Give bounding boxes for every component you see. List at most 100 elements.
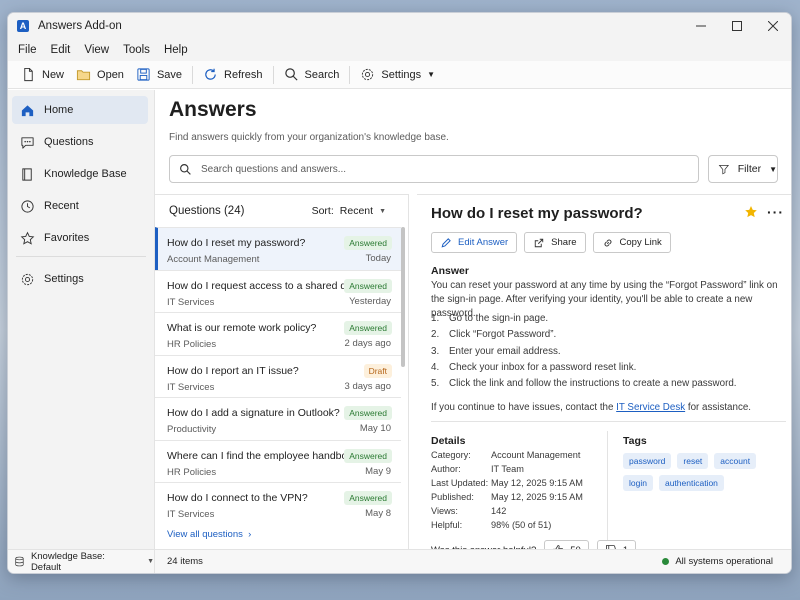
edit-answer-label: Edit Answer [458, 237, 509, 248]
tag-chip[interactable]: account [714, 453, 757, 469]
favorite-star-icon[interactable] [744, 205, 758, 219]
detail-row: Last Updated: May 12, 2025 9:15 AM [431, 478, 583, 492]
sidebar-item-label: Home [44, 104, 74, 116]
answer-detail-panel: How do I reset my password? ··· Edit Ans… [417, 194, 791, 560]
question-list-panel: Questions (24) Sort: Recent ▼ How do I r… [155, 194, 409, 549]
refresh-icon [205, 68, 216, 80]
filter-icon [718, 164, 730, 175]
list-item[interactable]: How do I add a signature in Outlook? Pro… [155, 397, 401, 440]
close-button[interactable] [755, 13, 791, 39]
save-button[interactable]: Save [130, 64, 188, 86]
minimize-button[interactable] [683, 13, 719, 39]
tag-chip[interactable]: login [623, 475, 653, 491]
search-icon [284, 68, 298, 81]
list-item[interactable]: How do I request access to a shared driv… [155, 269, 401, 313]
question-date: 3 days ago [344, 380, 391, 392]
list-item: 1. Go to the sign-in page. [431, 313, 737, 329]
step-text: Go to the sign-in page. [449, 313, 549, 324]
question-title: How do I report an IT issue? [167, 364, 299, 377]
question-date: May 8 [365, 508, 391, 519]
open-label: Open [97, 68, 124, 81]
settings-label: Settings [381, 68, 422, 81]
sidebar-item-favorites[interactable]: Favorites [12, 224, 148, 252]
open-button[interactable]: Open [70, 64, 130, 86]
menu-tools[interactable]: Tools [116, 44, 157, 56]
question-date: May 10 [359, 423, 391, 434]
list-header: Questions (24) Sort: Recent ▼ [155, 195, 408, 227]
tag-chip[interactable]: password [623, 453, 672, 469]
system-status: All systems operational [662, 556, 773, 567]
chevron-down-icon: ▼ [427, 70, 436, 79]
new-button[interactable]: New [15, 64, 70, 86]
contact-note: If you continue to have issues, contact … [431, 401, 781, 415]
answer-section-label: Answer [431, 265, 469, 277]
sidebar: Home Questions Knowledge Base Recent Fav… [8, 90, 155, 549]
knowledge-base-selector[interactable]: Knowledge Base: Default ▼ [8, 550, 155, 573]
status-badge: Answered [344, 491, 392, 505]
clock-icon [21, 199, 34, 213]
filter-button[interactable]: Filter ▼ [708, 155, 778, 183]
settings-dropdown[interactable]: Settings ▼ [354, 64, 441, 86]
tag-chip[interactable]: authentication [658, 475, 724, 491]
view-all-link[interactable]: View all questions › [167, 529, 251, 540]
menu-file[interactable]: File [11, 44, 44, 56]
chevron-down-icon: ▼ [379, 207, 386, 215]
list-item[interactable]: What is our remote work policy? HR Polic… [155, 312, 401, 355]
view-all-label: View all questions [167, 529, 243, 540]
detail-key: Category: [431, 450, 471, 460]
home-icon [21, 104, 34, 116]
sort-dropdown[interactable]: Sort: Recent ▼ [312, 205, 386, 217]
copy-link-button[interactable]: Copy Link [592, 232, 671, 253]
gear-icon [21, 273, 34, 285]
detail-value: 98% (50 of 51) [491, 520, 552, 530]
toolbar: New Open Save Refresh Search Settings ▼ [8, 61, 791, 89]
detail-key: Helpful: [431, 520, 463, 530]
detail-value: May 12, 2025 9:15 AM [491, 492, 583, 502]
list-item[interactable]: Where can I find the employee handbook? … [155, 439, 401, 483]
link-icon [604, 239, 611, 246]
step-text: Check your inbox for a password reset li… [449, 361, 637, 373]
search-input[interactable]: Search questions and answers... [169, 155, 699, 183]
list-item[interactable]: How do I report an IT issue? IT Services… [155, 354, 401, 398]
status-badge: Answered [344, 321, 392, 335]
search-label: Search [304, 68, 340, 81]
step-text: Click the link and follow the instructio… [449, 378, 737, 390]
tag-chip[interactable]: reset [677, 453, 709, 469]
chevron-down-icon: ▼ [769, 164, 777, 174]
toolbar-separator [192, 65, 194, 84]
share-button[interactable]: Share [524, 232, 586, 253]
tags-section-label: Tags [623, 435, 647, 447]
question-category: Productivity [167, 424, 217, 435]
list-item[interactable]: How do I reset my password? Account Mana… [155, 227, 401, 270]
refresh-button[interactable]: Refresh [197, 64, 269, 86]
sidebar-item-settings[interactable]: Settings [12, 265, 148, 293]
maximize-button[interactable] [719, 13, 755, 39]
question-date: Yesterday [349, 295, 391, 307]
menu-help[interactable]: Help [157, 44, 195, 56]
pencil-icon [441, 237, 451, 247]
toolbar-separator [349, 65, 351, 84]
folder-icon [76, 70, 91, 81]
save-icon [137, 68, 150, 81]
sidebar-item-knowledge-base[interactable]: Knowledge Base [12, 160, 148, 188]
details-section-label: Details [431, 435, 466, 447]
list-scrollbar[interactable] [401, 227, 405, 367]
sidebar-item-home[interactable]: Home [12, 96, 148, 124]
gear-icon [362, 68, 374, 81]
more-options-icon[interactable]: ··· [767, 204, 784, 220]
menu-edit[interactable]: Edit [44, 44, 78, 56]
sidebar-item-recent[interactable]: Recent [12, 192, 148, 220]
it-service-desk-link[interactable]: IT Service Desk [616, 402, 685, 413]
chevron-down-icon: ▼ [147, 558, 154, 565]
app-logo-icon: A [17, 20, 29, 32]
sidebar-item-questions[interactable]: Questions [12, 128, 148, 156]
main-content: Answers Find answers quickly from your o… [155, 90, 791, 560]
filter-label: Filter [737, 163, 762, 175]
list-item[interactable]: How do I connect to the VPN? IT Services… [155, 482, 401, 525]
list-item: 5. Click the link and follow the instruct… [431, 378, 737, 394]
edit-answer-button[interactable]: Edit Answer [431, 232, 518, 253]
menu-view[interactable]: View [77, 44, 116, 56]
detail-value: 142 [491, 506, 507, 516]
detail-row: Category: Account Management [431, 450, 583, 464]
search-button[interactable]: Search [278, 64, 346, 86]
